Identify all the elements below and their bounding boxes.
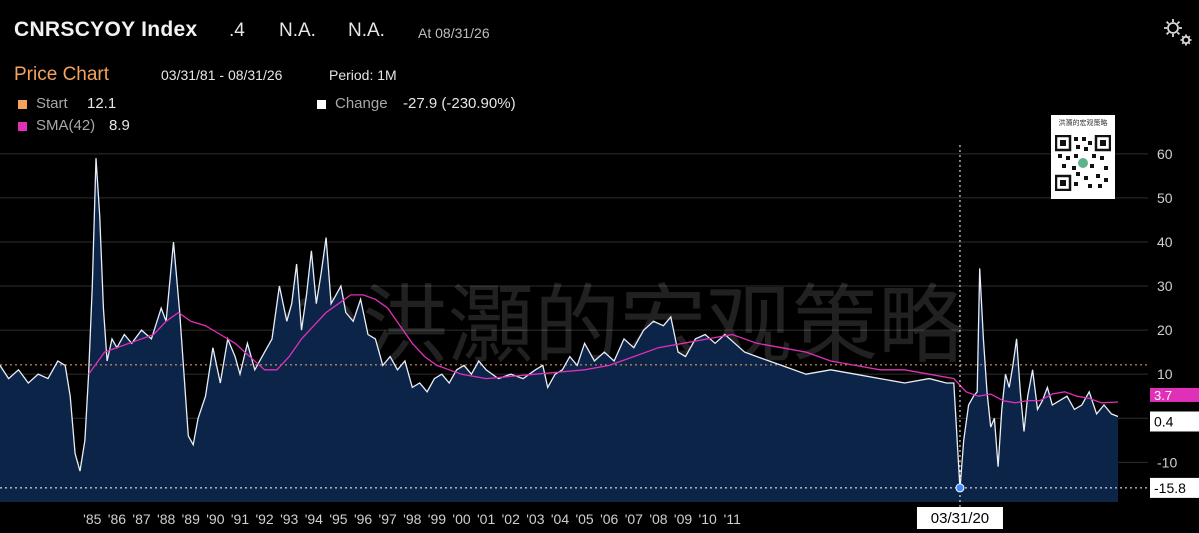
gear-icon[interactable] xyxy=(1160,14,1196,50)
ticker-title: CNRSCYOY Index xyxy=(14,18,198,41)
svg-text:03/31/20: 03/31/20 xyxy=(931,510,989,527)
x-tick-label: '94 xyxy=(305,511,323,527)
x-tick-label: '91 xyxy=(231,511,249,527)
x-tick-label: '03 xyxy=(526,511,544,527)
y-tick-label: 20 xyxy=(1157,322,1173,338)
field-3-value: N.A. xyxy=(348,20,385,41)
last-value-tag: 0.4 xyxy=(1150,411,1199,432)
x-tick-label: '09 xyxy=(674,511,692,527)
start-legend-label: Start xyxy=(36,95,68,112)
crosshair-date-tag: 03/31/20 xyxy=(916,507,1003,529)
x-tick-label: '02 xyxy=(502,511,520,527)
crosshair-point[interactable] xyxy=(955,483,965,493)
x-tick-label: '99 xyxy=(428,511,446,527)
chart-title: Price Chart xyxy=(14,64,110,85)
svg-text:3.7: 3.7 xyxy=(1154,388,1172,403)
change-legend-swatch xyxy=(317,100,326,109)
x-tick-label: '00 xyxy=(452,511,470,527)
y-tick-label: -10 xyxy=(1157,454,1177,470)
x-tick-label: '85 xyxy=(83,511,101,527)
x-tick-label: '07 xyxy=(625,511,643,527)
date-range[interactable]: 03/31/81 - 08/31/26 xyxy=(161,67,282,83)
last-value: .4 xyxy=(229,20,245,41)
svg-text:-15.8: -15.8 xyxy=(1154,480,1186,496)
qr-caption: 洪灝的宏观策略 xyxy=(1058,119,1108,127)
x-tick-label: '01 xyxy=(477,511,495,527)
x-tick-label: '86 xyxy=(108,511,126,527)
x-tick-label: '92 xyxy=(255,511,273,527)
x-tick-label: '11 xyxy=(724,511,741,527)
qr-code: 洪灝的宏观策略 xyxy=(1051,115,1115,199)
x-tick-label: '10 xyxy=(699,511,717,527)
x-tick-label: '98 xyxy=(403,511,421,527)
sma-last-tag: 3.7 xyxy=(1150,387,1199,403)
change-legend-value: -27.9 (-230.90%) xyxy=(403,95,516,112)
start-legend-swatch xyxy=(18,100,27,109)
x-tick-label: '90 xyxy=(206,511,224,527)
as-of-date: At 08/31/26 xyxy=(418,25,490,41)
qr-pattern xyxy=(1055,135,1111,191)
x-tick-label: '88 xyxy=(157,511,175,527)
x-tick-label: '97 xyxy=(379,511,397,527)
x-tick-label: '95 xyxy=(329,511,347,527)
y-tick-label: 50 xyxy=(1157,190,1173,206)
x-tick-label: '05 xyxy=(575,511,593,527)
x-tick-label: '89 xyxy=(182,511,200,527)
sma-legend-swatch xyxy=(18,122,27,131)
svg-text:0.4: 0.4 xyxy=(1154,413,1174,429)
y-tick-label: 10 xyxy=(1157,366,1173,382)
field-2-value: N.A. xyxy=(279,20,316,41)
x-axis: '85 '86 '87 '88 '89 '90 '91 '92 '93 '94 '95 '96 '97 '… xyxy=(83,511,741,527)
y-tick-label: 60 xyxy=(1157,146,1173,162)
x-tick-label: '93 xyxy=(280,511,298,527)
sma-legend-value: 8.9 xyxy=(109,117,130,134)
sma-legend-label: SMA(42) xyxy=(36,117,96,134)
y-tick-label: 30 xyxy=(1157,278,1173,294)
x-tick-label: '06 xyxy=(600,511,618,527)
x-tick-label: '04 xyxy=(551,511,569,527)
y-tick-label: 40 xyxy=(1157,234,1173,250)
period-selector[interactable]: Period: 1M xyxy=(329,67,397,83)
x-tick-label: '87 xyxy=(132,511,150,527)
start-legend-value: 12.1 xyxy=(87,95,117,112)
change-legend-label: Change xyxy=(335,95,388,112)
x-tick-label: '08 xyxy=(649,511,667,527)
crosshair-value-tag: -15.8 xyxy=(1150,477,1199,498)
x-tick-label: '96 xyxy=(354,511,372,527)
